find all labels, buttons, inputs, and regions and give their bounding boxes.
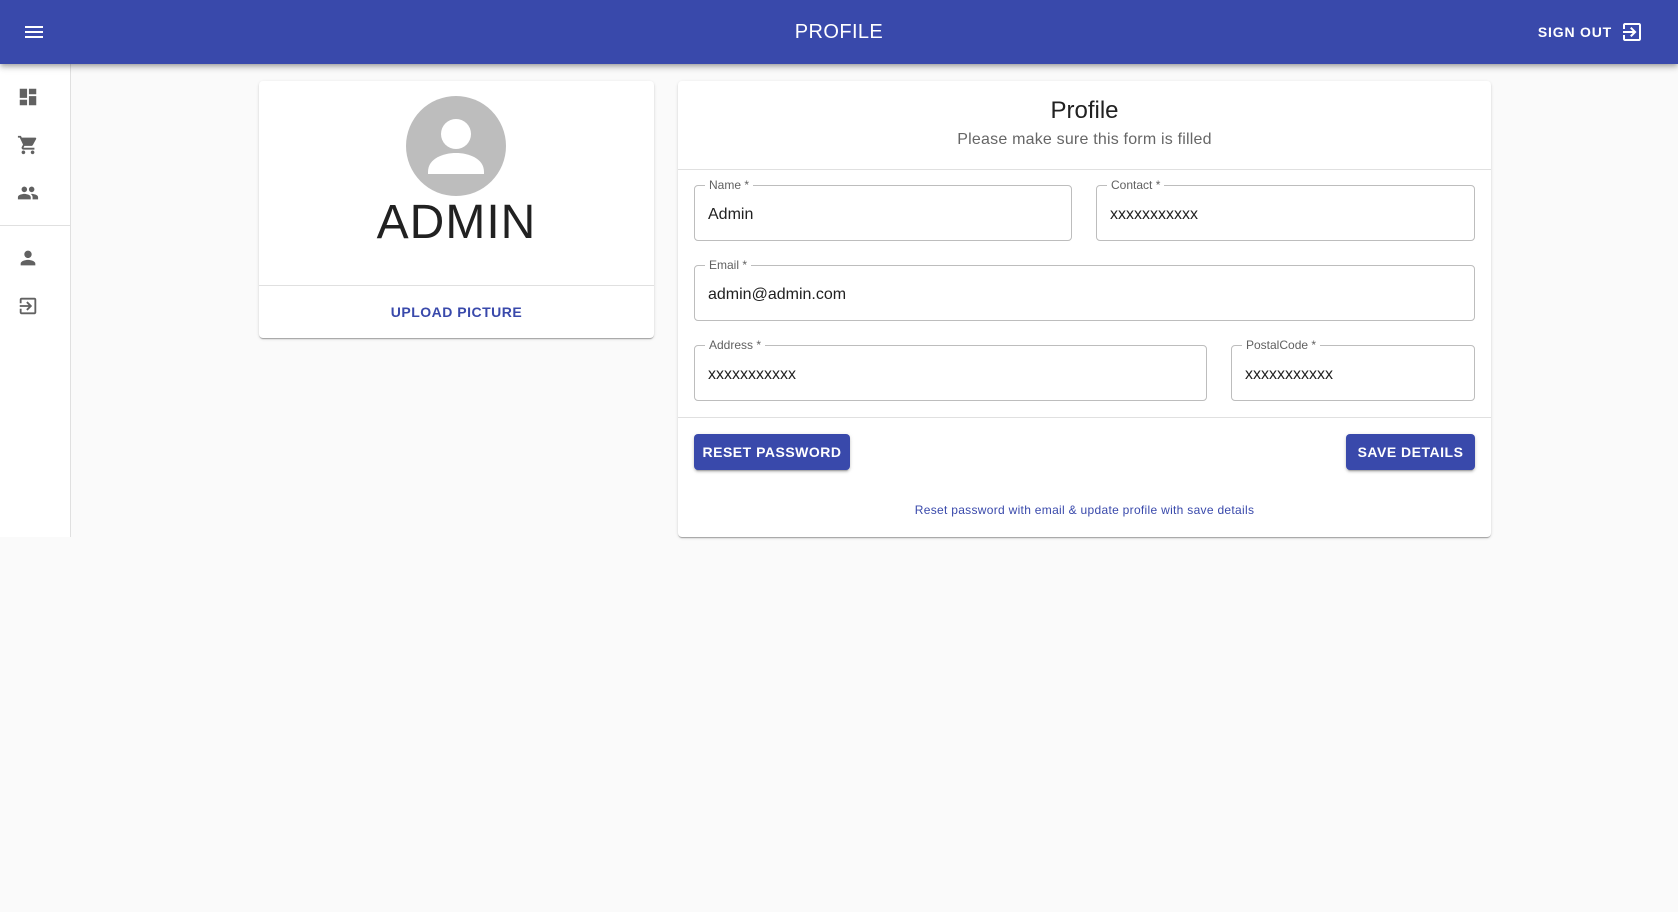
app-bar: PROFILE SIGN OUT (0, 0, 1678, 64)
address-field[interactable]: Address * (694, 337, 1207, 401)
sidebar-item-dashboard[interactable] (0, 73, 70, 121)
upload-picture-button[interactable]: UPLOAD PICTURE (259, 286, 654, 338)
exit-to-app-icon (17, 295, 39, 317)
menu-icon (22, 20, 46, 44)
sign-out-label: SIGN OUT (1537, 24, 1612, 40)
sidebar-item-profile[interactable] (0, 234, 70, 282)
sidebar-item-logout[interactable] (0, 282, 70, 330)
contact-field[interactable]: Contact * (1096, 177, 1475, 241)
address-field-label: Address * (705, 337, 766, 353)
save-details-button[interactable]: SAVE DETAILS (1346, 434, 1475, 470)
name-input[interactable] (708, 204, 1059, 226)
email-input[interactable] (708, 284, 1462, 306)
form-subtitle: Please make sure this form is filled (957, 131, 1212, 148)
email-field-label: Email * (705, 257, 752, 273)
avatar (406, 96, 506, 196)
avatar-card: ADMIN UPLOAD PICTURE (259, 81, 654, 338)
person-icon (17, 247, 39, 269)
menu-button[interactable] (14, 12, 54, 52)
postal-code-input[interactable] (1245, 364, 1462, 386)
form-helper-text: Reset password with email & update profi… (914, 503, 1255, 517)
exit-to-app-icon (1620, 20, 1644, 44)
sidebar-item-users[interactable] (0, 169, 70, 217)
sign-out-button[interactable]: SIGN OUT (1538, 16, 1644, 48)
page-title: PROFILE (794, 20, 884, 43)
address-input[interactable] (708, 364, 1194, 386)
form-title: Profile (1050, 97, 1119, 124)
shopping-cart-icon (17, 134, 39, 156)
postal-code-field[interactable]: PostalCode * (1231, 337, 1475, 401)
sidebar-item-cart[interactable] (0, 121, 70, 169)
postal-code-field-label: PostalCode * (1242, 337, 1321, 353)
dashboard-icon (17, 86, 39, 108)
person-icon (406, 96, 506, 196)
side-drawer (0, 64, 71, 537)
profile-form-card: Profile Please make sure this form is fi… (678, 81, 1491, 537)
form-header: Profile Please make sure this form is fi… (678, 81, 1491, 169)
people-icon (17, 182, 39, 204)
email-field[interactable]: Email * (694, 257, 1475, 321)
form-actions-divider (678, 417, 1491, 418)
contact-field-label: Contact * (1107, 177, 1165, 193)
name-field-label: Name * (705, 177, 754, 193)
form-header-divider (678, 169, 1491, 170)
contact-input[interactable] (1110, 204, 1462, 226)
user-display-name: ADMIN (376, 196, 537, 249)
reset-password-button[interactable]: RESET PASSWORD (694, 434, 850, 470)
name-field[interactable]: Name * (694, 177, 1072, 241)
drawer-divider (0, 225, 70, 226)
